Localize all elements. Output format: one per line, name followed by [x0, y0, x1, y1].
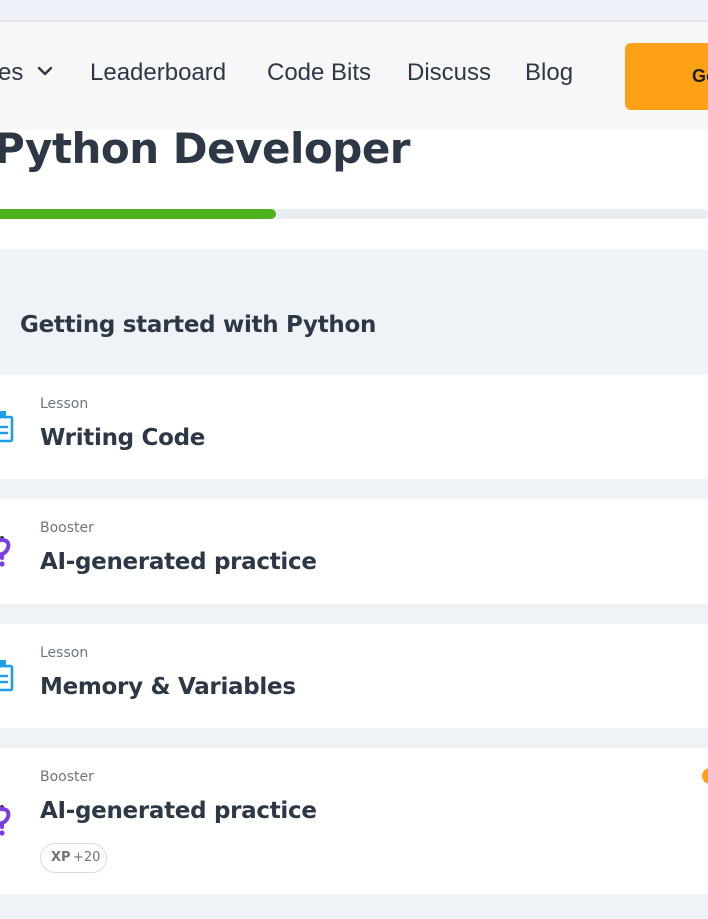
nav-item-discuss[interactable]: Discuss [407, 59, 491, 87]
card-type-label: Lesson [40, 645, 89, 661]
nav-item-blog[interactable]: Blog [525, 59, 573, 87]
coin-icon [702, 768, 708, 784]
lesson-card-writing-code[interactable]: Lesson Writing Code [0, 375, 708, 479]
booster-card-ai-practice-xp[interactable]: Booster AI-generated practice XP +20 [0, 748, 708, 894]
question-mark-icon [0, 536, 11, 567]
card-type-label: Booster [40, 520, 94, 536]
booster-card-ai-practice[interactable]: Booster AI-generated practice [0, 499, 708, 604]
question-mark-icon [0, 805, 11, 836]
nav-item-courses-label: es [0, 59, 24, 86]
card-title: AI-generated practice [40, 549, 317, 575]
card-title: Writing Code [40, 425, 206, 451]
course-progress-bar [0, 209, 708, 219]
card-type-label: Booster [40, 769, 94, 785]
get-pro-button[interactable]: Go [625, 43, 708, 110]
page-title: Python Developer [0, 124, 411, 173]
xp-label: XP [51, 850, 71, 865]
top-navbar: es Leaderboard Code Bits Discuss Blog Go [0, 22, 708, 130]
card-title: AI-generated practice [40, 798, 317, 824]
module-title: Getting started with Python [20, 312, 377, 338]
top-strip [0, 0, 708, 14]
xp-value: +20 [73, 850, 101, 865]
chevron-down-icon[interactable] [36, 62, 54, 80]
nav-item-courses[interactable]: es [0, 59, 23, 87]
card-title: Memory & Variables [40, 674, 296, 700]
lesson-card-memory-variables[interactable]: Lesson Memory & Variables [0, 624, 708, 728]
course-header: Python Developer [0, 124, 708, 249]
lesson-book-icon [0, 411, 14, 443]
nav-item-code-bits[interactable]: Code Bits [267, 59, 371, 87]
lesson-book-icon [0, 660, 14, 692]
xp-reward-badge: XP +20 [40, 843, 107, 873]
card-type-label: Lesson [40, 396, 89, 412]
course-progress-fill [0, 209, 277, 219]
nav-item-leaderboard[interactable]: Leaderboard [90, 59, 226, 87]
